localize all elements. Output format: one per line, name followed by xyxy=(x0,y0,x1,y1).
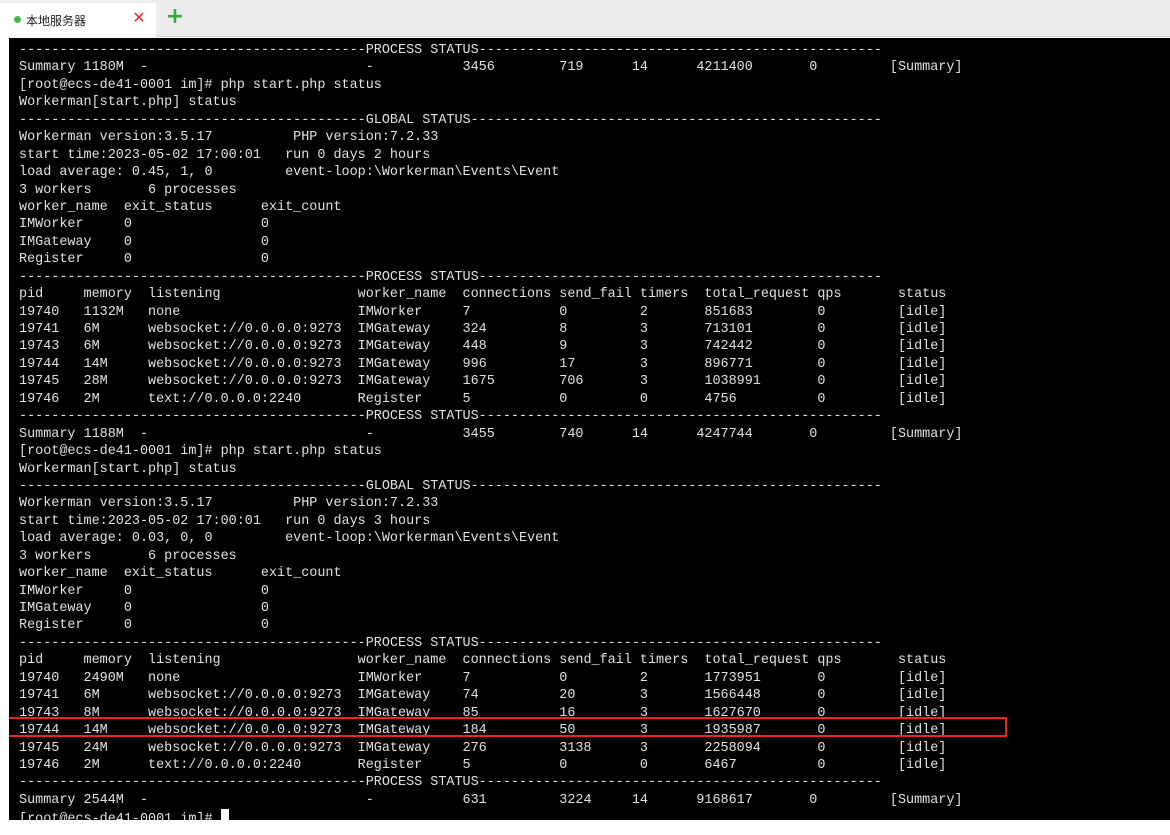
terminal-line: [root@ecs-de41-0001 im]# php start.php s… xyxy=(19,444,382,460)
terminal-line: [root@ecs-de41-0001 im]# php start.php s… xyxy=(19,77,382,93)
terminal-line: 19746 2M text://0.0.0.0:2240 Register 5 … xyxy=(19,757,947,773)
prompt-text: [root@ecs-de41-0001 im]# xyxy=(19,812,221,820)
terminal-line: ----------------------------------------… xyxy=(19,269,882,285)
terminal-line: start time:2023-05-02 17:00:01 run 0 day… xyxy=(19,513,431,529)
tab-label: 本地服务器 xyxy=(26,14,87,28)
tab-local-server[interactable]: 本地服务器 ✕ xyxy=(0,3,156,37)
terminal-line: 19744 14M websocket://0.0.0.0:9273 IMGat… xyxy=(19,356,947,372)
terminal-line: Workerman version:3.5.17 PHP version:7.2… xyxy=(19,496,439,512)
terminal-line: ----------------------------------------… xyxy=(19,43,882,58)
terminal-line: 19740 1132M none IMWorker 7 0 2 851683 0… xyxy=(19,304,947,320)
terminal-line: Workerman[start.php] status xyxy=(19,461,237,477)
terminal-line: Summary 1180M - - 3456 719 14 4211400 0 … xyxy=(19,60,963,76)
highlight-box xyxy=(9,717,1007,737)
terminal-line: IMWorker 0 0 xyxy=(19,583,269,599)
terminal-line: 3 workers 6 processes xyxy=(19,182,237,198)
terminal-line: 19743 6M websocket://0.0.0.0:9273 IMGate… xyxy=(19,339,947,355)
terminal-line: ----------------------------------------… xyxy=(19,478,882,494)
terminal-line: ----------------------------------------… xyxy=(19,409,882,425)
terminal-line: start time:2023-05-02 17:00:01 run 0 day… xyxy=(19,147,431,163)
terminal-line: 19745 28M websocket://0.0.0.0:9273 IMGat… xyxy=(19,374,947,390)
terminal-line: ----------------------------------------… xyxy=(19,635,882,651)
terminal-line: Summary 2544M - - 631 3224 14 9168617 0 … xyxy=(19,792,963,808)
prompt-line[interactable]: [root@ecs-de41-0001 im]# xyxy=(19,809,962,820)
window-bottom-edge xyxy=(0,820,1170,835)
terminal-line: IMWorker 0 0 xyxy=(19,217,269,233)
terminal-line: 19740 2490M none IMWorker 7 0 2 1773951 … xyxy=(19,670,947,686)
terminal-line: 19741 6M websocket://0.0.0.0:9273 IMGate… xyxy=(19,688,947,704)
status-dot-icon xyxy=(14,16,21,23)
cursor-block xyxy=(220,809,229,820)
terminal-line: ----------------------------------------… xyxy=(19,775,882,791)
terminal-line: 19741 6M websocket://0.0.0.0:9273 IMGate… xyxy=(19,322,947,337)
terminal-line: Workerman version:3.5.17 PHP version:7.2… xyxy=(19,130,439,146)
terminal-line: load average: 0.45, 1, 0 event-loop:\Wor… xyxy=(19,165,560,181)
tab-bar: 本地服务器 ✕ + xyxy=(0,0,1170,37)
terminal-line: IMGateway 0 0 xyxy=(19,601,269,616)
terminal-line: 3 workers 6 processes xyxy=(19,548,237,564)
new-tab-plus-icon[interactable]: + xyxy=(164,6,186,29)
terminal-line: load average: 0.03, 0, 0 event-loop:\Wor… xyxy=(19,531,560,547)
terminal-line: 19745 24M websocket://0.0.0.0:9273 IMGat… xyxy=(19,740,947,756)
terminal-line: Register 0 0 xyxy=(19,252,269,268)
terminal-line: 19746 2M text://0.0.0.0:2240 Register 5 … xyxy=(19,391,947,407)
terminal-lines: ----------------------------------------… xyxy=(19,42,962,820)
terminal-line: pid memory listening worker_name connect… xyxy=(19,287,947,303)
terminal-line: worker_name exit_status exit_count xyxy=(19,199,342,215)
terminal-line: Summary 1188M - - 3455 740 14 4247744 0 … xyxy=(19,426,963,442)
terminal-line: worker_name exit_status exit_count xyxy=(19,566,342,582)
terminal-line: IMGateway 0 0 xyxy=(19,234,269,250)
terminal-line: pid memory listening worker_name connect… xyxy=(19,653,947,669)
terminal-output[interactable]: ----------------------------------------… xyxy=(9,38,1170,820)
terminal-window: 本地服务器 ✕ + ------------------------------… xyxy=(0,0,1170,835)
terminal-line: Register 0 0 xyxy=(19,618,269,634)
terminal-line: ----------------------------------------… xyxy=(19,112,882,128)
terminal-line: Workerman[start.php] status xyxy=(19,95,237,111)
close-tab-icon[interactable]: ✕ xyxy=(131,10,147,26)
